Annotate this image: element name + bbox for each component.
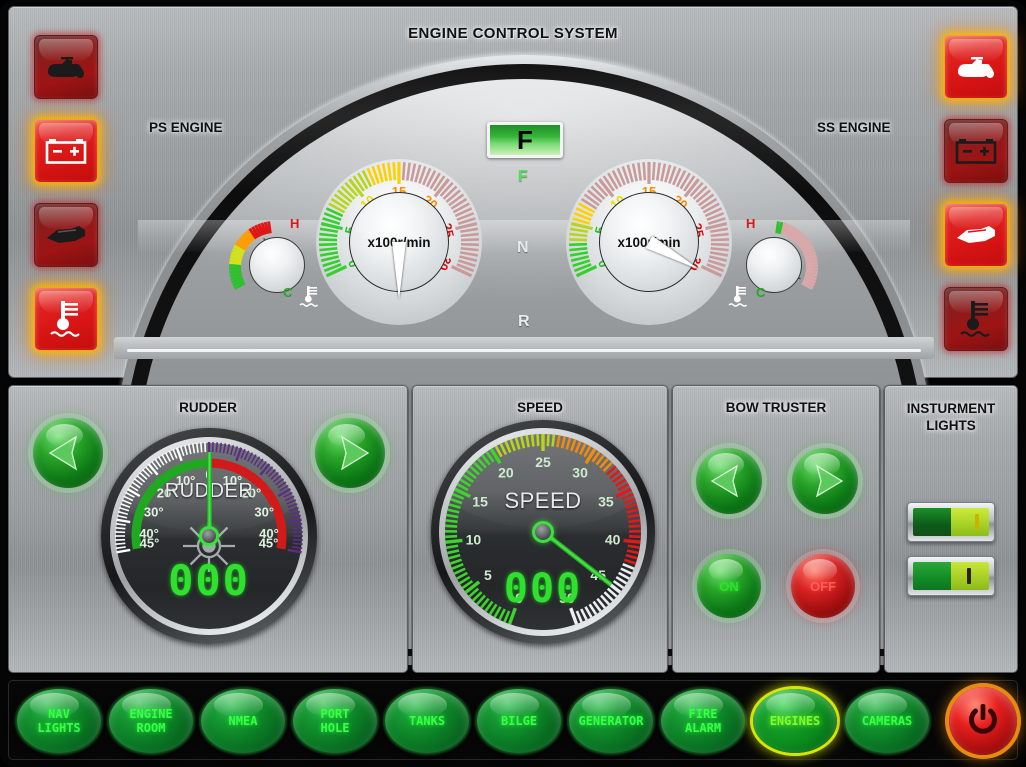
alternator-belt-icon-off <box>34 203 98 267</box>
oil-pressure-icon-off <box>34 35 98 99</box>
bow-thruster-starboard-button[interactable] <box>792 448 858 514</box>
arch-base <box>114 337 934 359</box>
rudder-needle <box>207 452 212 536</box>
speed-gauge: 05101520253035404550 SPEED 888 000 <box>431 420 655 644</box>
gear-indicator: F <box>487 122 563 158</box>
instrument-lights-title: INSTURMENT LIGHTS <box>885 400 1017 434</box>
instrument-lights-title-line2: LIGHTS <box>885 417 1017 434</box>
nav-button-port-hole[interactable]: PORTHOLE <box>293 689 377 753</box>
bow-thruster-on-label: ON <box>719 579 739 594</box>
page-title: ENGINE CONTROL SYSTEM <box>9 25 1017 42</box>
arrow-left-icon <box>708 463 750 499</box>
instrument-lights-panel: INSTURMENT LIGHTS <box>884 385 1018 673</box>
rudder-starboard-button[interactable] <box>315 418 385 488</box>
nav-button-bilge[interactable]: BILGE <box>477 689 561 753</box>
nav-button-label: PORTHOLE <box>321 707 350 735</box>
nav-button-fire-alarm[interactable]: FIREALARM <box>661 689 745 753</box>
speed-panel-title: SPEED <box>413 400 667 415</box>
ps-temperature-gauge: C H <box>227 219 323 315</box>
svg-text:30: 30 <box>572 465 588 481</box>
nav-button-label: NMEA <box>229 714 258 728</box>
coolant-temperature-icon-off <box>944 287 1008 351</box>
nav-button-nav-lights[interactable]: NAVLIGHTS <box>17 689 101 753</box>
main-navigation-bar: NAVLIGHTS ENGINEROOM NMEA PORTHOLE TANKS BILG… <box>8 680 1018 760</box>
nav-button-label: ENGINEROOM <box>129 707 172 735</box>
nav-button-cameras[interactable]: CAMERAS <box>845 689 929 753</box>
svg-text:45°: 45° <box>259 535 279 550</box>
instrument-light-switch-1[interactable] <box>907 502 995 542</box>
arch-base-highlight <box>127 349 921 352</box>
battery-icon-off <box>944 119 1008 183</box>
nav-button-label: BILGE <box>501 714 537 728</box>
power-icon <box>963 701 1003 741</box>
alternator-belt-icon-on <box>944 203 1008 267</box>
speed-value: 000 <box>504 566 582 612</box>
nav-button-label: GENERATOR <box>578 714 643 728</box>
bow-thruster-off-label: OFF <box>810 579 836 594</box>
svg-text:20: 20 <box>498 465 514 481</box>
rudder-needle-hub <box>199 526 219 546</box>
nav-button-tanks[interactable]: TANKS <box>385 689 469 753</box>
bow-thruster-off-button[interactable]: OFF <box>791 554 855 618</box>
rudder-port-button[interactable] <box>33 418 103 488</box>
arrow-right-icon <box>804 463 846 499</box>
nav-button-nmea[interactable]: NMEA <box>201 689 285 753</box>
bow-thruster-title: BOW TRUSTER <box>673 400 879 415</box>
ss-temperature-gauge: C H <box>724 219 820 315</box>
coolant-temperature-icon-on <box>34 287 98 351</box>
engine-panel: ENGINE CONTROL SYSTEM PS ENGINE SS ENGIN… <box>8 6 1018 378</box>
temp-cold-label: C <box>283 285 292 300</box>
arrow-left-icon <box>46 434 90 472</box>
battery-icon-on <box>34 119 98 183</box>
ps-tach-needle <box>392 242 406 300</box>
oil-pressure-icon-on <box>944 35 1008 99</box>
rudder-panel-title: RUDDER <box>9 400 407 415</box>
rudder-panel: RUDDER 45°40°30°20°10°10°20°30°40°45°0 R… <box>8 385 408 673</box>
nav-button-label: FIREALARM <box>685 707 721 735</box>
temp-cold-label: C <box>756 285 765 300</box>
gear-value: F <box>517 125 533 156</box>
nav-button-label: NAVLIGHTS <box>37 707 80 735</box>
ss-tachometer: 051015202530 x100r/min <box>566 159 732 325</box>
nav-button-engine-room[interactable]: ENGINEROOM <box>109 689 193 753</box>
temp-hot-label: H <box>746 216 755 231</box>
svg-text:10: 10 <box>466 531 482 547</box>
screen-bezel: ENGINE CONTROL SYSTEM PS ENGINE SS ENGIN… <box>0 0 1026 767</box>
engine-control-app: ENGINE CONTROL SYSTEM PS ENGINE SS ENGIN… <box>0 0 1026 767</box>
power-button[interactable] <box>949 687 1017 755</box>
gear-mark-neutral: N <box>517 239 529 257</box>
arrow-right-icon <box>328 434 372 472</box>
ps-tachometer: 051015202530 x100r/min <box>316 159 482 325</box>
gear-mark-forward: F <box>518 168 528 186</box>
bow-thruster-port-button[interactable] <box>696 448 762 514</box>
temp-hot-label: H <box>290 216 299 231</box>
gear-mark-reverse: R <box>518 313 530 331</box>
nav-button-label: CAMERAS <box>862 714 913 728</box>
nav-button-label: TANKS <box>409 714 445 728</box>
speed-panel: SPEED 05101520253035404550 SPEED 888 000 <box>412 385 668 673</box>
rudder-digital-readout: 888 000 <box>101 556 317 605</box>
instrument-lights-title-line1: INSTURMENT <box>885 400 1017 417</box>
speed-digital-readout: 888 000 <box>431 566 655 612</box>
svg-text:25: 25 <box>535 454 551 470</box>
nav-button-label: ENGINES <box>770 714 821 728</box>
nav-button-generator[interactable]: GENERATOR <box>569 689 653 753</box>
svg-text:40°: 40° <box>139 526 159 541</box>
bow-thruster-panel: BOW TRUSTER ON OFF <box>672 385 880 673</box>
svg-text:30°: 30° <box>144 505 164 520</box>
speed-needle-hub <box>532 521 554 543</box>
nav-button-engines[interactable]: ENGINES <box>753 689 837 753</box>
rudder-gauge: 45°40°30°20°10°10°20°30°40°45°0 RUDDER 8… <box>101 428 317 644</box>
bow-thruster-on-button[interactable]: ON <box>697 554 761 618</box>
speed-face-label: SPEED <box>431 488 655 514</box>
svg-text:30°: 30° <box>254 505 274 520</box>
instrument-light-switch-2[interactable] <box>907 556 995 596</box>
rudder-value: 000 <box>168 556 250 605</box>
svg-text:40: 40 <box>605 531 621 547</box>
